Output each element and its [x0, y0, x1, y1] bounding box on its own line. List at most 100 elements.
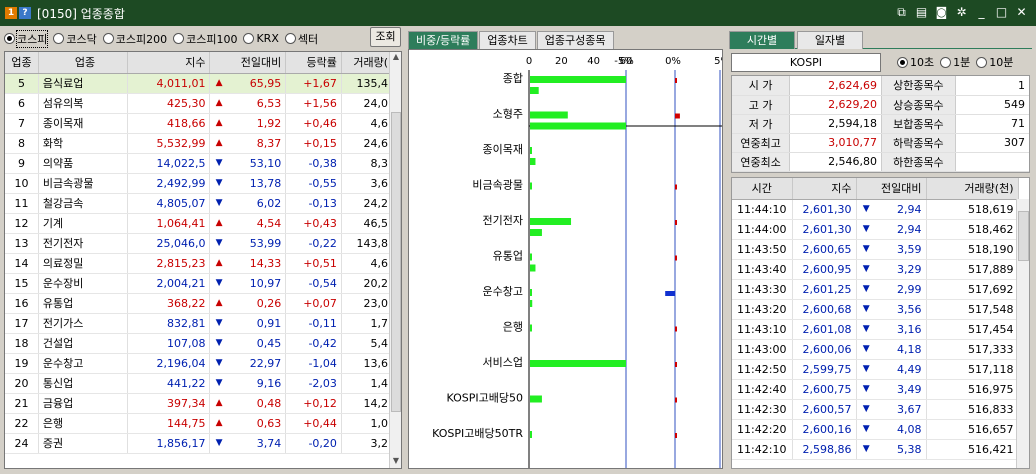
tab-0[interactable]: 비중/등락률 — [408, 31, 479, 49]
tick-header-1[interactable]: 지수 — [792, 178, 857, 200]
tick-header-2[interactable]: 전일대비 — [856, 178, 927, 200]
interval-radio-0[interactable]: 10초 — [897, 54, 934, 70]
table-row[interactable]: 11:43:50 2,600,65 ▼ 3,59 518,190 — [732, 239, 1019, 260]
maximize-icon[interactable]: □ — [993, 4, 1010, 21]
index-name-field[interactable]: KOSPI — [731, 52, 881, 72]
radio-dot[interactable] — [976, 56, 988, 68]
link-icon[interactable]: ⧉ — [893, 4, 910, 21]
table-row[interactable]: 24 증권 1,856,17 ▼ 3,74 -0,20 3,2 — [5, 433, 392, 454]
tick-header-0[interactable]: 시간 — [732, 178, 793, 200]
table-row[interactable]: 7 종이목재 418,66 ▲ 1,92 +0,46 4,6 — [5, 113, 392, 134]
interval-radio-1[interactable]: 1분 — [940, 54, 970, 70]
sector-volume: 14,2 — [341, 393, 392, 414]
table-row[interactable]: 22 은행 144,75 ▲ 0,63 +0,44 1,0 — [5, 413, 392, 434]
table-row[interactable]: 19 운수창고 2,196,04 ▼ 22,97 -1,04 13,6 — [5, 353, 392, 374]
stat-value2: 549 — [955, 95, 1029, 115]
screen-number-badge[interactable]: 1 — [5, 7, 17, 19]
table-row[interactable]: 14 의료정밀 2,815,23 ▲ 14,33 +0,51 4,6 — [5, 253, 392, 274]
sector-header-0[interactable]: 업종 — [5, 52, 39, 74]
print-icon[interactable]: ▤ — [913, 4, 930, 21]
table-row[interactable]: 10 비금속광물 2,492,99 ▼ 13,78 -0,55 3,6 — [5, 173, 392, 194]
sector-change: 0,45 — [227, 333, 287, 354]
right-tab-0[interactable]: 시간별 — [729, 31, 795, 49]
up-arrow-icon: ▲ — [209, 253, 228, 274]
down-arrow-icon: ▼ — [856, 399, 876, 420]
rate-tick-label: 0% — [665, 56, 681, 67]
market-radio-label: 섹터 — [297, 32, 319, 46]
tick-change: 3,67 — [876, 399, 927, 420]
table-row[interactable]: 5 음식료업 4,011,01 ▲ 65,95 +1,67 135,4 — [5, 73, 392, 94]
radio-dot[interactable] — [102, 33, 114, 44]
table-row[interactable]: 11 철강금속 4,805,07 ▼ 6,02 -0,13 24,2 — [5, 193, 392, 214]
right-tab-1[interactable]: 일자별 — [797, 31, 863, 49]
market-radio-4[interactable]: KRX — [243, 32, 279, 45]
table-row[interactable]: 6 섬유의복 425,30 ▲ 6,53 +1,56 24,0 — [5, 93, 392, 114]
tick-change: 3,16 — [876, 319, 927, 340]
table-row[interactable]: 11:43:20 2,600,68 ▼ 3,56 517,548 — [732, 299, 1019, 320]
sector-header-5[interactable]: 거래량( — [341, 52, 392, 74]
radio-dot[interactable] — [173, 33, 185, 44]
market-radio-0[interactable]: 코스피 — [4, 29, 49, 48]
table-row[interactable]: 17 전기가스 832,81 ▼ 0,91 -0,11 1,7 — [5, 313, 392, 334]
scroll-thumb[interactable] — [391, 112, 401, 412]
close-icon[interactable]: ✕ — [1013, 4, 1030, 21]
table-row[interactable]: 16 유통업 368,22 ▲ 0,26 +0,07 23,0 — [5, 293, 392, 314]
radio-dot[interactable] — [940, 56, 952, 68]
scroll-down-icon[interactable]: ▼ — [390, 456, 401, 468]
interval-radio-2[interactable]: 10분 — [976, 54, 1013, 70]
sector-table-scrollbar[interactable]: ▲ ▼ — [389, 52, 401, 468]
sector-header-1[interactable]: 업종 — [38, 52, 129, 74]
table-row[interactable]: 11:42:40 2,600,75 ▼ 3,49 516,975 — [732, 379, 1019, 400]
sector-header-2[interactable]: 지수 — [127, 52, 211, 74]
sector-volume: 8,3 — [341, 153, 392, 174]
table-row[interactable]: 11:42:30 2,600,57 ▼ 3,67 516,833 — [732, 399, 1019, 420]
weight-bar-2 — [530, 158, 536, 165]
category-label: 전기전자 — [483, 214, 523, 227]
table-row[interactable]: 18 건설업 107,08 ▼ 0,45 -0,42 5,4 — [5, 333, 392, 354]
radio-dot[interactable] — [284, 33, 296, 44]
scroll-up-icon[interactable]: ▲ — [390, 52, 401, 64]
table-row[interactable]: 11:43:10 2,601,08 ▼ 3,16 517,454 — [732, 319, 1019, 340]
sector-code: 5 — [5, 73, 39, 94]
table-row[interactable]: 11:42:10 2,598,86 ▼ 5,38 516,421 — [732, 439, 1019, 460]
table-row[interactable]: 11:42:50 2,599,75 ▼ 4,49 517,118 — [732, 359, 1019, 380]
tab-2[interactable]: 업종구성종목 — [536, 31, 614, 49]
market-radio-1[interactable]: 코스닥 — [53, 31, 97, 47]
radio-dot[interactable] — [4, 33, 15, 44]
table-row[interactable]: 11:44:10 2,601,30 ▼ 2,94 518,619 — [732, 199, 1019, 220]
minimize-icon[interactable]: _ — [973, 4, 990, 21]
table-row[interactable]: 8 화학 5,532,99 ▲ 8,37 +0,15 24,6 — [5, 133, 392, 154]
camera-icon[interactable]: ◙ — [933, 4, 950, 21]
table-row[interactable]: 20 통신업 441,22 ▼ 9,16 -2,03 1,4 — [5, 373, 392, 394]
table-row[interactable]: 11:42:20 2,600,16 ▼ 4,08 516,657 — [732, 419, 1019, 440]
sector-header-4[interactable]: 등락률 — [285, 52, 342, 74]
table-row[interactable]: 11:43:40 2,600,95 ▼ 3,29 517,889 — [732, 259, 1019, 280]
table-row[interactable]: 15 운수장비 2,004,21 ▼ 10,97 -0,54 20,2 — [5, 273, 392, 294]
table-row[interactable]: 11:43:30 2,601,25 ▼ 2,99 517,692 — [732, 279, 1019, 300]
help-badge[interactable]: ? — [19, 7, 31, 19]
sector-header-3[interactable]: 전일대비 — [209, 52, 287, 74]
search-button[interactable]: 조회 — [370, 27, 401, 47]
scroll-thumb[interactable] — [1018, 211, 1029, 261]
sector-rate: -0,38 — [285, 153, 342, 174]
table-row[interactable]: 12 기계 1,064,41 ▲ 4,54 +0,43 46,5 — [5, 213, 392, 234]
sector-volume: 143,8 — [341, 233, 392, 254]
tab-1[interactable]: 업종차트 — [479, 31, 536, 49]
table-row[interactable]: 11:44:00 2,601,30 ▼ 2,94 518,462 — [732, 219, 1019, 240]
radio-dot[interactable] — [53, 33, 65, 44]
weight-bar — [530, 360, 626, 367]
table-row[interactable]: 13 전기전자 25,046,0 ▼ 53,99 -0,22 143,8 — [5, 233, 392, 254]
market-radio-3[interactable]: 코스피100 — [173, 31, 237, 47]
table-row[interactable]: 11:43:00 2,600,06 ▼ 4,18 517,333 — [732, 339, 1019, 360]
radio-dot[interactable] — [243, 33, 255, 44]
down-arrow-icon: ▼ — [856, 339, 876, 360]
tick-table-scrollbar[interactable] — [1016, 199, 1029, 468]
market-radio-2[interactable]: 코스피200 — [102, 31, 167, 47]
tick-header-3[interactable]: 거래량(천) — [926, 178, 1019, 200]
table-row[interactable]: 21 금융업 397,34 ▲ 0,48 +0,12 14,2 — [5, 393, 392, 414]
market-radio-5[interactable]: 섹터 — [284, 31, 319, 47]
down-arrow-icon: ▼ — [209, 233, 228, 254]
table-row[interactable]: 9 의약품 14,022,5 ▼ 53,10 -0,38 8,3 — [5, 153, 392, 174]
radio-dot[interactable] — [897, 56, 908, 68]
gear-icon[interactable]: ✲ — [953, 4, 970, 21]
